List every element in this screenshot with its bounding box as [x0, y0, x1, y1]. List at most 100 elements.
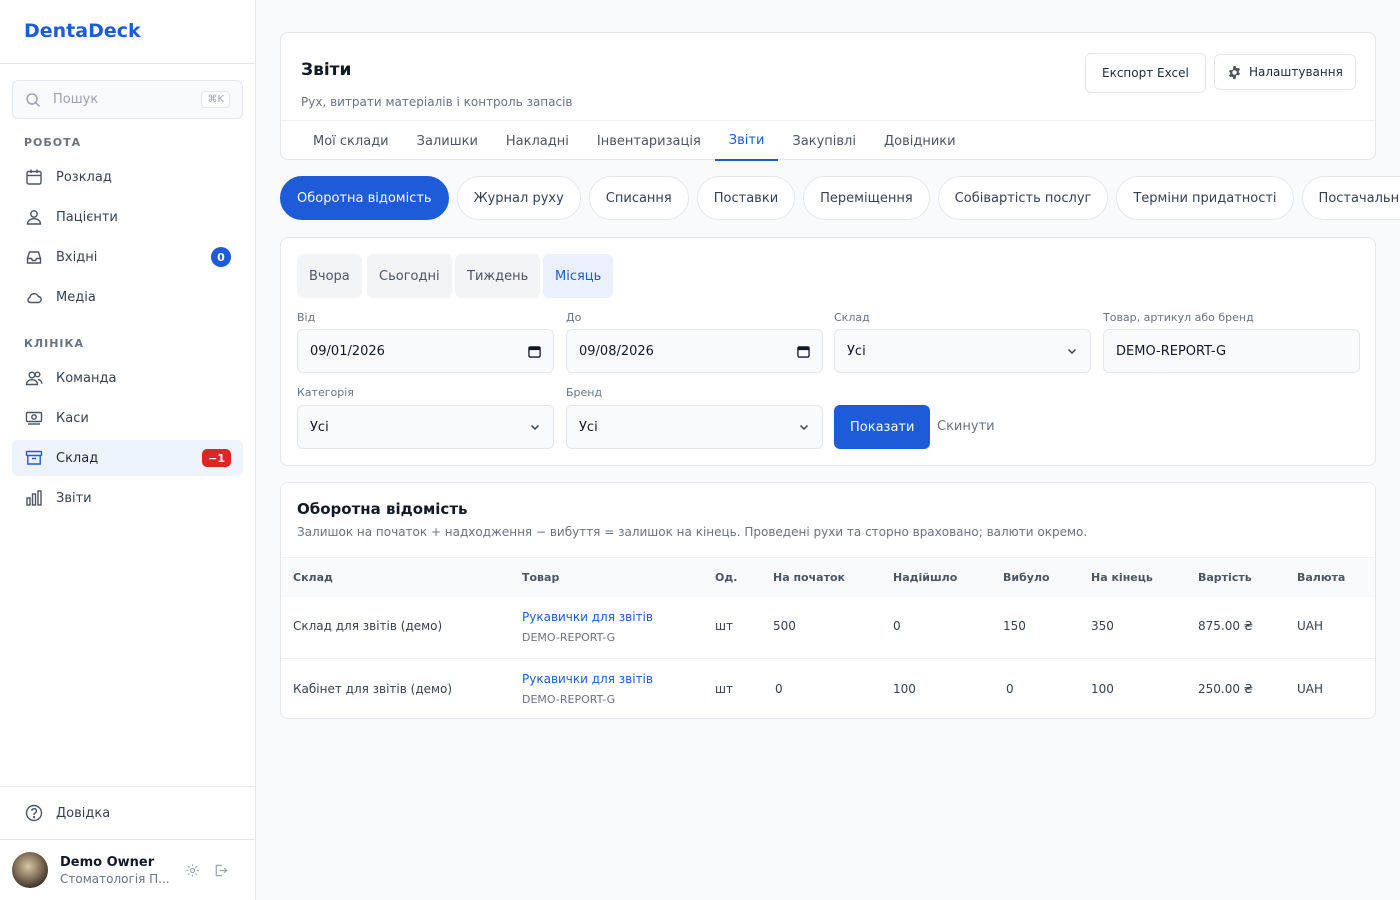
column-header-issued[interactable]: Вибуло [1003, 571, 1050, 584]
report-pill-suppliers[interactable]: Постачальники [1301, 176, 1400, 220]
column-header-value[interactable]: Вартість [1198, 571, 1252, 584]
from-date-value: 09/01/2026 [310, 343, 385, 359]
sidebar-divider [0, 786, 255, 787]
search-shortcut: ⌘K [201, 91, 230, 108]
product-search-label: Товар, артикул або бренд [1103, 311, 1254, 324]
sidebar-item-cash[interactable]: Каси [12, 400, 243, 436]
cell-value: 250.00 ₴ [1198, 682, 1254, 696]
warehouse-select-value: Усі [847, 343, 866, 359]
report-title: Оборотна відомість [297, 500, 468, 518]
sidebar-item-help[interactable]: Довідка [12, 795, 243, 831]
sidebar-item-label: Звіти [56, 490, 92, 506]
search-icon [26, 92, 41, 107]
tab-stock[interactable]: Залишки [403, 121, 492, 161]
sidebar-item-label: Каси [56, 410, 89, 426]
cell-received: 100 [893, 682, 916, 696]
page-header-card: Звіти Рух, витрати матеріалів і контроль… [280, 32, 1376, 161]
table-header: Склад Товар Од. На початок Надійшло Вибу… [281, 557, 1375, 597]
cell-opening: 0 [775, 682, 783, 696]
search-input[interactable]: Пошук ⌘K [12, 80, 243, 119]
tab-references[interactable]: Довідники [870, 121, 970, 161]
to-date-value: 09/08/2026 [579, 343, 654, 359]
cell-closing: 350 [1091, 619, 1114, 633]
sidebar-item-patients[interactable]: Пацієнти [12, 199, 243, 235]
sidebar: DentaDeck Пошук ⌘K РОБОТА Розклад Пацієн… [0, 0, 256, 900]
sidebar-item-team[interactable]: Команда [12, 360, 243, 396]
cell-currency: UAH [1297, 619, 1324, 633]
cell-warehouse: Кабінет для звітів (демо) [293, 682, 453, 696]
quick-range-today[interactable]: Сьогодні [367, 254, 452, 298]
cell-product-link[interactable]: Рукавички для звітів [522, 672, 653, 686]
report-pill-write-offs[interactable]: Списання [588, 176, 689, 220]
tab-purchases[interactable]: Закупівлі [778, 121, 870, 161]
section-label-work: РОБОТА [24, 136, 82, 149]
report-pill-service-cost[interactable]: Собівартість послуг [937, 176, 1109, 220]
page-title: Звіти [301, 60, 352, 80]
tab-invoices[interactable]: Накладні [492, 121, 583, 161]
to-date-input[interactable]: 09/08/2026 [566, 329, 823, 373]
app-logo[interactable]: DentaDeck [24, 20, 141, 42]
cash-register-icon [24, 408, 44, 428]
filter-card: Вчора Сьогодні Тиждень Місяць Від 09/01/… [280, 237, 1376, 466]
cell-issued: 150 [1003, 619, 1026, 633]
column-header-currency[interactable]: Валюта [1297, 571, 1345, 584]
sidebar-item-schedule[interactable]: Розклад [12, 159, 243, 195]
logout-icon[interactable] [208, 858, 232, 882]
sidebar-item-media[interactable]: Медіа [12, 279, 243, 315]
column-header-received[interactable]: Надійшло [893, 571, 957, 584]
warehouse-select[interactable]: Усі [834, 329, 1091, 373]
report-pill-expiry[interactable]: Терміни придатності [1116, 176, 1294, 220]
export-excel-button[interactable]: Експорт Excel [1085, 53, 1206, 93]
report-pill-transfers[interactable]: Переміщення [803, 176, 930, 220]
show-report-button[interactable]: Показати [834, 405, 931, 449]
sidebar-item-label: Медіа [56, 289, 96, 305]
reset-filters-button[interactable]: Скинути [937, 419, 995, 434]
category-select-value: Усі [310, 419, 329, 435]
sidebar-item-inbox[interactable]: Вхідні 0 [12, 239, 243, 275]
report-pill-deliveries[interactable]: Поставки [696, 176, 796, 220]
quick-range-month[interactable]: Місяць [543, 254, 614, 298]
from-date-input[interactable]: 09/01/2026 [297, 329, 554, 373]
column-header-opening[interactable]: На початок [773, 571, 845, 584]
category-select[interactable]: Усі [297, 405, 554, 449]
brand-select-value: Усі [579, 419, 598, 435]
category-select-label: Категорія [297, 386, 354, 399]
user-icon [24, 207, 44, 227]
sidebar-item-label: Команда [56, 370, 117, 386]
chevron-down-icon [799, 424, 809, 431]
tab-inventory[interactable]: Інвентаризація [583, 121, 715, 161]
calendar-icon [24, 167, 44, 187]
cell-product-link[interactable]: Рукавички для звітів [522, 610, 653, 624]
quick-range-week[interactable]: Тиждень [455, 254, 541, 298]
cell-received: 0 [893, 619, 901, 633]
sidebar-item-label: Розклад [56, 169, 112, 185]
page-subtitle: Рух, витрати матеріалів і контроль запас… [301, 95, 573, 109]
report-pill-turnover[interactable]: Оборотна відомість [280, 176, 449, 220]
column-header-closing[interactable]: На кінець [1091, 571, 1153, 584]
tab-reports[interactable]: Звіти [714, 121, 779, 161]
quick-range-yesterday[interactable]: Вчора [297, 254, 362, 298]
sidebar-item-label: Пацієнти [56, 209, 118, 225]
sidebar-item-warehouse[interactable]: Склад −1 [12, 440, 243, 476]
help-circle-icon [24, 803, 44, 823]
sidebar-item-reports[interactable]: Звіти [12, 480, 243, 516]
calendar-icon [528, 345, 541, 358]
archive-box-icon [24, 448, 44, 468]
cell-value: 875.00 ₴ [1198, 619, 1254, 633]
user-name: Demo Owner [60, 854, 155, 870]
column-header-warehouse[interactable]: Склад [293, 571, 333, 584]
report-pill-movement-log[interactable]: Журнал руху [456, 176, 581, 220]
sidebar-item-label: Довідка [56, 805, 111, 821]
report-card: Оборотна відомість Залишок на початок + … [280, 482, 1376, 719]
column-header-product[interactable]: Товар [522, 571, 559, 584]
avatar[interactable] [12, 852, 48, 888]
cell-issued: 0 [1006, 682, 1014, 696]
settings-button-label: Налаштування [1249, 65, 1343, 79]
tab-my-warehouses[interactable]: Мої склади [299, 121, 403, 161]
user-settings-gear-icon[interactable] [180, 858, 204, 882]
settings-button[interactable]: Налаштування [1214, 54, 1356, 90]
to-date-label: До [566, 311, 582, 324]
column-header-unit[interactable]: Од. [715, 571, 737, 584]
product-search-input[interactable]: DEMO-REPORT-G [1103, 329, 1360, 373]
brand-select[interactable]: Усі [566, 405, 823, 449]
